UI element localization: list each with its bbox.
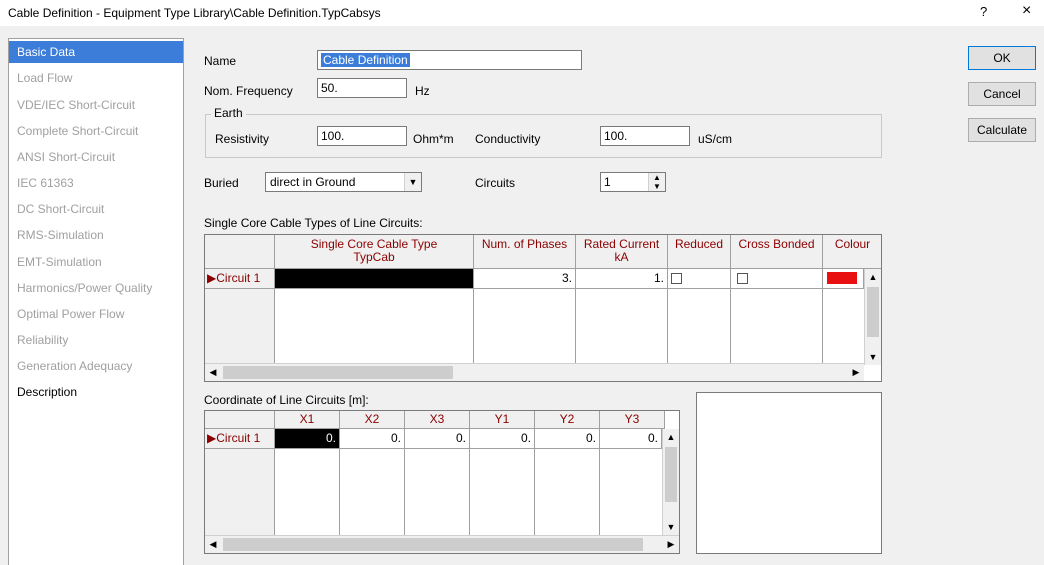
scroll-down-icon[interactable]: ▼ bbox=[865, 349, 881, 365]
coord-table: X1 X2 X3 Y1 Y2 Y3 ▶Circuit 1 0. 0. 0. 0.… bbox=[204, 410, 680, 554]
sidebar-item-dc-short-circuit[interactable]: DC Short-Circuit bbox=[9, 198, 183, 220]
col-header-y3[interactable]: Y3 bbox=[600, 411, 665, 429]
help-button[interactable]: ? bbox=[980, 4, 987, 19]
name-value: Cable Definition bbox=[321, 53, 410, 67]
cell-phases[interactable]: 3. bbox=[474, 269, 576, 289]
cell-rated-current[interactable]: 1. bbox=[576, 269, 668, 289]
scroll-up-icon[interactable]: ▲ bbox=[663, 429, 679, 445]
resistivity-input[interactable]: 100. bbox=[317, 126, 407, 146]
col-header-x2[interactable]: X2 bbox=[340, 411, 405, 429]
col-header-rated-label: Rated Current bbox=[583, 237, 660, 251]
scroll-right-icon[interactable]: ▶ bbox=[663, 536, 679, 552]
earth-group bbox=[205, 114, 882, 158]
col-header-x1[interactable]: X1 bbox=[275, 411, 340, 429]
close-button[interactable]: × bbox=[1022, 2, 1031, 20]
table-corner bbox=[205, 235, 275, 269]
sidebar-item-description[interactable]: Description bbox=[9, 381, 183, 403]
col-header-cross-bonded[interactable]: Cross Bonded bbox=[731, 235, 823, 269]
scroll-right-icon[interactable]: ▶ bbox=[848, 364, 864, 380]
colour-swatch bbox=[827, 272, 857, 284]
sidebar-item-optimal-power-flow[interactable]: Optimal Power Flow bbox=[9, 303, 183, 325]
conductivity-input[interactable]: 100. bbox=[600, 126, 690, 146]
col-header-phases[interactable]: Num. of Phases bbox=[474, 235, 576, 269]
col-header-y1[interactable]: Y1 bbox=[470, 411, 535, 429]
sidebar-item-emt-simulation[interactable]: EMT-Simulation bbox=[9, 251, 183, 273]
cell-reduced bbox=[668, 269, 731, 289]
buried-select[interactable]: direct in Ground ▼ bbox=[265, 172, 422, 192]
col-header-type-label: Single Core Cable Type bbox=[310, 237, 438, 251]
frequency-unit: Hz bbox=[415, 84, 430, 98]
buried-label: Buried bbox=[204, 176, 239, 190]
vertical-scrollbar[interactable]: ▲ ▼ bbox=[864, 269, 881, 365]
row-label: Circuit 1 bbox=[216, 271, 261, 285]
cell-cross-bonded bbox=[731, 269, 823, 289]
row-header-circuit-1[interactable]: ▶Circuit 1 bbox=[205, 429, 275, 449]
single-core-table-title: Single Core Cable Types of Line Circuits… bbox=[204, 216, 423, 230]
sidebar-item-harmonics[interactable]: Harmonics/Power Quality bbox=[9, 277, 183, 299]
ok-button[interactable]: OK bbox=[968, 46, 1036, 70]
frequency-label: Nom. Frequency bbox=[204, 84, 293, 98]
reduced-checkbox[interactable] bbox=[671, 273, 682, 284]
col-header-reduced[interactable]: Reduced bbox=[668, 235, 731, 269]
resistivity-unit: Ohm*m bbox=[413, 132, 454, 146]
sidebar-item-reliability[interactable]: Reliability bbox=[9, 329, 183, 351]
scroll-down-icon[interactable]: ▼ bbox=[663, 519, 679, 535]
sidebar-item-complete-short-circuit[interactable]: Complete Short-Circuit bbox=[9, 120, 183, 142]
cell-x3[interactable]: 0. bbox=[405, 429, 470, 449]
circuits-stepper[interactable]: 1 ▲ ▼ bbox=[600, 172, 666, 192]
cancel-button[interactable]: Cancel bbox=[968, 82, 1036, 106]
frequency-input[interactable]: 50. bbox=[317, 78, 407, 98]
cell-y3[interactable]: 0. bbox=[600, 429, 662, 449]
conductivity-unit: uS/cm bbox=[698, 132, 733, 146]
sidebar-item-load-flow[interactable]: Load Flow bbox=[9, 67, 183, 89]
buried-value: direct in Ground bbox=[270, 175, 356, 189]
cell-y1[interactable]: 0. bbox=[470, 429, 535, 449]
vertical-scrollbar[interactable]: ▲ ▼ bbox=[662, 429, 679, 535]
cell-x2[interactable]: 0. bbox=[340, 429, 405, 449]
col-header-rated-sub: kA bbox=[614, 250, 629, 264]
col-header-rated[interactable]: Rated Current kA bbox=[576, 235, 668, 269]
cell-x1[interactable]: 0. bbox=[275, 429, 340, 449]
col-header-colour[interactable]: Colour bbox=[823, 235, 881, 269]
sidebar-item-generation-adequacy[interactable]: Generation Adequacy bbox=[9, 355, 183, 377]
sidebar: Basic Data Load Flow VDE/IEC Short-Circu… bbox=[8, 38, 184, 565]
window-title: Cable Definition - Equipment Type Librar… bbox=[8, 6, 381, 20]
sidebar-item-iec-61363[interactable]: IEC 61363 bbox=[9, 172, 183, 194]
cell-y2[interactable]: 0. bbox=[535, 429, 600, 449]
col-header-type-sub: TypCab bbox=[353, 250, 395, 264]
row-label: Circuit 1 bbox=[216, 431, 261, 445]
coord-table-title: Coordinate of Line Circuits [m]: bbox=[204, 393, 369, 407]
scroll-left-icon[interactable]: ◀ bbox=[205, 536, 221, 552]
spinner-icon[interactable]: ▲ ▼ bbox=[648, 173, 665, 191]
scroll-up-icon[interactable]: ▲ bbox=[865, 269, 881, 285]
scroll-left-icon[interactable]: ◀ bbox=[205, 364, 221, 380]
table-corner bbox=[205, 411, 275, 429]
row-header-circuit-1[interactable]: ▶Circuit 1 bbox=[205, 269, 275, 289]
sidebar-item-rms-simulation[interactable]: RMS-Simulation bbox=[9, 224, 183, 246]
name-input[interactable]: Cable Definition bbox=[317, 50, 582, 70]
horizontal-scrollbar[interactable]: ◀ ▶ bbox=[205, 535, 679, 553]
single-core-table: Single Core Cable Type TypCab Num. of Pha… bbox=[204, 234, 882, 382]
preview-panel bbox=[696, 392, 882, 554]
title-bar: Cable Definition - Equipment Type Librar… bbox=[0, 0, 1044, 26]
earth-group-label: Earth bbox=[211, 106, 246, 120]
circuits-value: 1 bbox=[604, 175, 611, 189]
cell-cable-type[interactable] bbox=[275, 269, 474, 289]
cell-colour[interactable] bbox=[823, 269, 864, 289]
sidebar-item-vde-iec-short-circuit[interactable]: VDE/IEC Short-Circuit bbox=[9, 94, 183, 116]
name-label: Name bbox=[204, 54, 237, 68]
sidebar-item-basic-data[interactable]: Basic Data bbox=[9, 41, 183, 63]
sidebar-item-ansi-short-circuit[interactable]: ANSI Short-Circuit bbox=[9, 146, 183, 168]
col-header-type[interactable]: Single Core Cable Type TypCab bbox=[275, 235, 474, 269]
calculate-button[interactable]: Calculate bbox=[968, 118, 1036, 142]
col-header-y2[interactable]: Y2 bbox=[535, 411, 600, 429]
horizontal-scrollbar[interactable]: ◀ ▶ bbox=[205, 363, 864, 381]
col-header-x3[interactable]: X3 bbox=[405, 411, 470, 429]
chevron-down-icon[interactable]: ▼ bbox=[404, 173, 421, 191]
conductivity-label: Conductivity bbox=[475, 132, 541, 146]
circuits-label: Circuits bbox=[475, 176, 516, 190]
cross-bonded-checkbox[interactable] bbox=[737, 273, 748, 284]
resistivity-label: Resistivity bbox=[215, 132, 270, 146]
